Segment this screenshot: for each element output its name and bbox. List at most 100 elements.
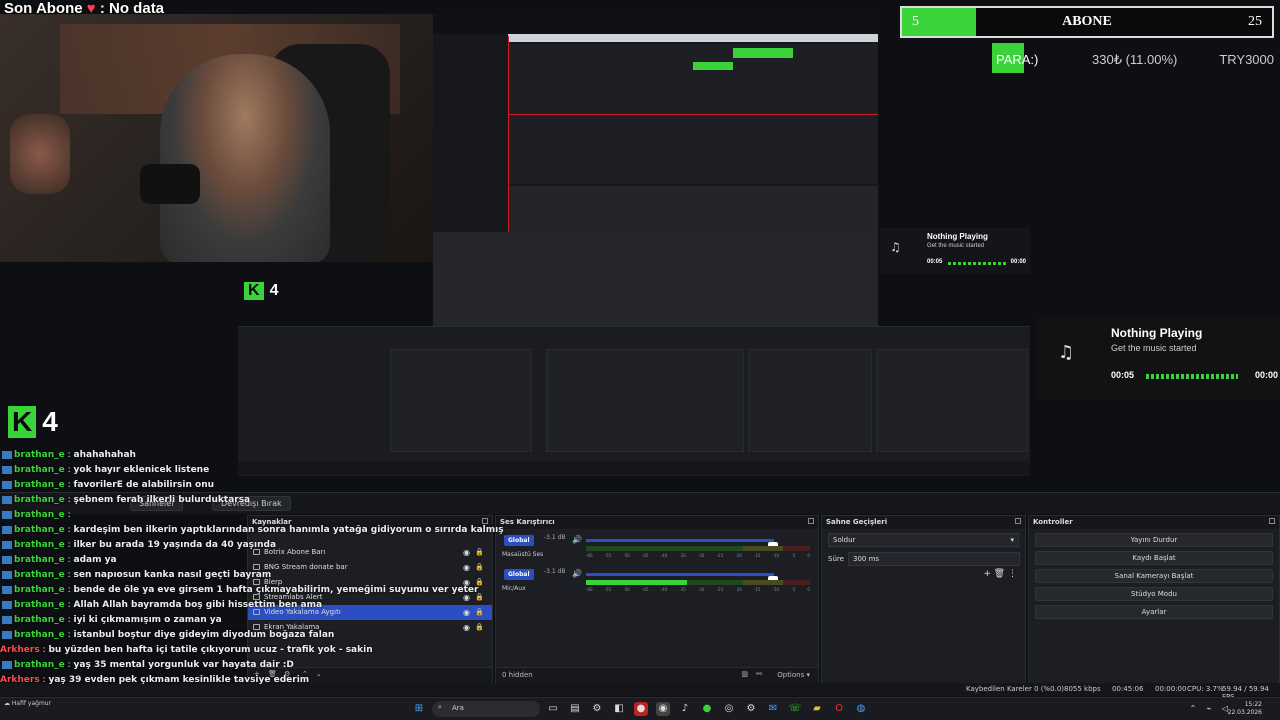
chat-username[interactable]: brathan_e [14,660,65,670]
steam-icon[interactable]: ◎ [722,702,736,716]
trash-icon[interactable]: 🗑 [994,569,1005,579]
volume-slider[interactable] [586,573,778,585]
now-playing-title: Nothing Playing [927,232,988,241]
control-button[interactable]: Ayarlar [1035,605,1273,619]
chat-username[interactable]: brathan_e [14,615,65,625]
volume-slider[interactable] [586,539,778,551]
subscriber-goal-label: ABONE [1062,14,1112,29]
chat-message: brathan_e : ahahahahah [0,450,270,465]
stream-screen: Son Abone ♥ : No data 5 ABONE 25 PARA:) … [0,0,1280,720]
last-subscriber-label: Son Abone [4,0,83,17]
chat-username[interactable]: brathan_e [14,570,65,580]
eye-icon[interactable]: ◉ [463,623,470,632]
chat-username[interactable]: Arkhers [0,645,40,655]
chat-text: Allah Allah bayramda boş gibi hissettim … [73,600,323,610]
chat-username[interactable]: brathan_e [14,525,65,535]
meter-tick: -55 [604,587,612,592]
file-explorer-icon[interactable]: ▤ [568,702,582,716]
badge-icon [2,540,12,549]
lock-icon[interactable]: 🔒 [475,548,484,556]
add-icon[interactable]: + [983,569,991,579]
dock-icon[interactable] [1269,518,1275,524]
chrome-icon[interactable]: ◍ [854,702,868,716]
channel-badge[interactable]: Global [504,535,534,546]
options-dropdown[interactable]: Options ▾ [777,671,810,679]
eye-icon[interactable]: ◉ [463,563,470,572]
chat-separator: : [64,525,74,535]
chat-username[interactable]: brathan_e [14,480,65,490]
control-button[interactable]: Yayını Durdur [1035,533,1273,547]
badge-icon [2,450,12,459]
meter-tick: -40 [660,553,668,558]
weather-widget[interactable]: ☁ Hafif yağmur [4,700,51,707]
meter-tick: 0 [807,587,810,592]
mail-icon[interactable]: ✉ [766,702,780,716]
obs-icon[interactable]: ◉ [656,702,670,716]
eye-icon[interactable]: ◉ [463,608,470,617]
chat-username[interactable]: brathan_e [14,555,65,565]
chat-username[interactable]: brathan_e [14,450,65,460]
folder-icon[interactable]: ▰ [810,702,824,716]
capcut-icon[interactable]: ◧ [612,702,626,716]
duration-row: Süre 300 ms [828,551,1020,567]
source-item[interactable]: Botrix Abone Barı ◉ 🔒 [248,545,492,560]
more-icon[interactable]: ⋮ [1008,569,1017,579]
move-down-icon[interactable]: ⌄ [316,670,322,678]
chat-message: brathan_e : Allah Allah bayramda boş gib… [0,600,322,615]
meter-tick: -30 [697,553,705,558]
source-item[interactable]: BNG Stream donate bar ◉ 🔒 [248,560,492,575]
chat-username[interactable]: Arkhers [0,675,40,685]
channel-badge[interactable]: Global [504,569,534,580]
viewer-count: 4 [269,282,279,299]
control-button[interactable]: Stüdyo Modu [1035,587,1273,601]
transition-select[interactable]: Soldur ▾ [828,533,1019,547]
badge-icon [2,615,12,624]
opera-icon[interactable]: O [832,702,846,716]
control-button[interactable]: Sanal Kamerayı Başlat [1035,569,1273,583]
chat-username[interactable]: brathan_e [14,495,65,505]
now-playing-subtitle: Get the music started [927,243,985,249]
lock-icon[interactable]: 🔒 [475,608,484,616]
meter-tick: -10 [772,587,780,592]
volume-icon[interactable]: 🔊 [572,535,582,544]
chat-username[interactable]: brathan_e [14,510,65,520]
lock-icon[interactable]: 🔒 [475,623,484,631]
chat-username[interactable]: brathan_e [14,465,65,475]
chat-username[interactable]: brathan_e [14,585,65,595]
meter-tick: -50 [623,587,630,592]
taskbar-clock[interactable]: 15:22 22.03.2026 [1228,701,1262,717]
duration-input[interactable]: 300 ms [848,552,1020,566]
dock-icon[interactable] [482,518,488,524]
now-playing-progress [948,262,1006,265]
spotify-icon[interactable]: ● [700,702,714,716]
chat-username[interactable]: brathan_e [14,540,65,550]
taskbar-search[interactable]: ⌕ Ara [432,701,540,717]
task-view-icon[interactable]: ▭ [546,702,560,716]
control-button[interactable]: Kaydı Başlat [1035,551,1273,565]
whatsapp-icon[interactable]: ☏ [788,702,802,716]
chat-message: Arkhers : yaş 39 evden pek çıkmam kesinl… [0,675,309,690]
now-playing-remaining: 00:00 [1010,259,1026,265]
chat-username[interactable]: brathan_e [14,600,65,610]
webcam-plush-toy [10,114,70,194]
lock-icon[interactable]: 🔒 [475,563,484,571]
now-playing-widget: ♫ Nothing Playing Get the music started … [1036,318,1280,400]
dock-icon[interactable] [1015,518,1021,524]
layout-icon[interactable]: ▥ [741,670,748,678]
dock-icon[interactable] [808,518,814,524]
eye-icon[interactable]: ◉ [463,548,470,557]
tiktok-icon[interactable]: ♪ [678,702,692,716]
app-red-icon[interactable]: ● [634,702,648,716]
gear-icon[interactable]: ⚙ [744,702,758,716]
chat-username[interactable]: brathan_e [14,630,65,640]
cpu-usage: CPU: 3.7% [1187,685,1224,693]
transition-type: Soldur [833,536,856,544]
settings-icon[interactable]: ⚙ [590,702,604,716]
network-icon[interactable]: ⌁ [1202,702,1216,716]
start-icon[interactable]: ⊞ [412,702,426,716]
chat-separator: : [64,660,74,670]
channel-db: -3.1 dB [544,534,566,541]
volume-icon[interactable]: 🔊 [572,569,582,578]
link-icon[interactable]: ⚯ [756,670,762,678]
chevron-up-icon[interactable]: ⌃ [1186,702,1200,716]
